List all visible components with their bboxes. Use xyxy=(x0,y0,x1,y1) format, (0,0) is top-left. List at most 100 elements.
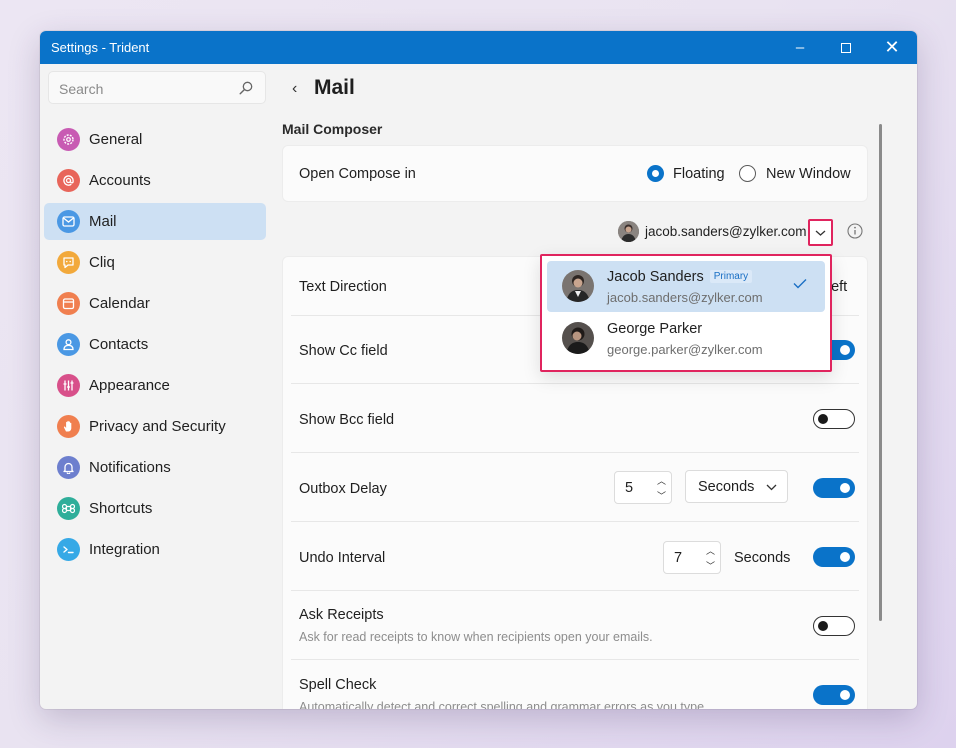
minimize-icon: – xyxy=(795,39,805,56)
outbox-delay-unit: Seconds xyxy=(698,479,755,495)
settings-window: Settings - Trident – ✕ Search General Ac… xyxy=(40,31,917,709)
outbox-delay-unit-select[interactable]: Seconds xyxy=(685,470,788,503)
sidebar-item-label: Shortcuts xyxy=(89,500,153,517)
avatar xyxy=(562,270,594,302)
sidebar-item-label: Cliq xyxy=(89,254,115,271)
bell-icon xyxy=(57,456,80,479)
at-icon xyxy=(57,169,80,192)
sidebar-item-notifications[interactable]: Notifications xyxy=(44,449,266,486)
divider xyxy=(291,659,859,660)
sidebar-item-cliq[interactable]: Cliq xyxy=(44,244,266,281)
spell-check-toggle[interactable] xyxy=(813,685,855,705)
back-button[interactable]: ‹ xyxy=(292,80,297,98)
hand-icon xyxy=(57,415,80,438)
outbox-delay-label: Outbox Delay xyxy=(299,481,387,497)
floating-label[interactable]: Floating xyxy=(673,166,725,182)
compose-card: Open Compose in Floating New Window xyxy=(282,145,868,202)
undo-interval-unit: Seconds xyxy=(734,550,791,566)
info-icon[interactable] xyxy=(847,223,863,239)
account-avatar xyxy=(618,221,639,242)
spell-check-description: Automatically detect and correct spellin… xyxy=(299,700,708,709)
close-button[interactable]: ✕ xyxy=(869,31,915,64)
floating-radio[interactable] xyxy=(647,165,664,182)
account-dropdown-button[interactable] xyxy=(808,219,833,246)
minimize-button[interactable]: – xyxy=(777,31,823,64)
undo-interval-toggle[interactable] xyxy=(813,547,855,567)
ask-receipts-label: Ask Receipts xyxy=(299,607,384,623)
ask-receipts-toggle[interactable] xyxy=(813,616,855,636)
sidebar-item-label: General xyxy=(89,131,143,148)
account-option-jacob[interactable]: Jacob Sanders Primary jacob.sanders@zylke… xyxy=(547,261,825,312)
account-email[interactable]: jacob.sanders@zylker.com xyxy=(645,224,807,239)
close-icon: ✕ xyxy=(884,37,900,57)
sidebar-item-label: Notifications xyxy=(89,459,171,476)
undo-interval-label: Undo Interval xyxy=(299,550,386,566)
ask-receipts-description: Ask for read receipts to know when recip… xyxy=(299,630,653,644)
scrollbar[interactable] xyxy=(879,124,882,621)
account-email: jacob.sanders@zylker.com xyxy=(607,290,763,305)
sidebar-item-label: Integration xyxy=(89,541,160,558)
account-option-george[interactable]: George Parker george.parker@zylker.com xyxy=(547,313,825,364)
command-icon xyxy=(57,497,80,520)
sidebar-item-label: Accounts xyxy=(89,172,151,189)
compose-label: Open Compose in xyxy=(299,166,416,182)
sidebar-item-contacts[interactable]: Contacts xyxy=(44,326,266,363)
account-email: george.parker@zylker.com xyxy=(607,342,763,357)
page-title: Mail xyxy=(314,76,355,99)
text-direction-label: Text Direction xyxy=(299,279,387,295)
outbox-delay-stepper[interactable]: 5 ︿ ﹀ xyxy=(614,471,672,504)
outbox-delay-value: 5 xyxy=(625,480,634,496)
sidebar-item-calendar[interactable]: Calendar xyxy=(44,285,266,322)
divider xyxy=(291,452,859,453)
terminal-icon xyxy=(57,538,80,561)
chevron-down-icon[interactable]: ﹀ xyxy=(706,559,715,572)
show-bcc-label: Show Bcc field xyxy=(299,412,395,428)
chevron-down-icon xyxy=(766,484,777,491)
new-window-radio[interactable] xyxy=(739,165,756,182)
search-input[interactable]: Search xyxy=(48,71,266,104)
maximize-icon xyxy=(841,43,851,54)
divider xyxy=(291,383,859,384)
calendar-icon xyxy=(57,292,80,315)
show-bcc-toggle[interactable] xyxy=(813,409,855,429)
undo-interval-value: 7 xyxy=(674,550,683,566)
window-title: Settings - Trident xyxy=(51,40,150,55)
sidebar-item-label: Mail xyxy=(89,213,117,230)
sidebar-item-label: Privacy and Security xyxy=(89,418,226,435)
chat-icon xyxy=(57,251,80,274)
search-icon xyxy=(239,81,253,95)
mail-icon xyxy=(57,210,80,233)
chevron-up-icon[interactable]: ︿ xyxy=(657,474,666,487)
title-bar: Settings - Trident – ✕ xyxy=(40,31,917,64)
show-cc-label: Show Cc field xyxy=(299,343,388,359)
undo-interval-stepper[interactable]: 7 ︿ ﹀ xyxy=(663,541,721,574)
outbox-delay-toggle[interactable] xyxy=(813,478,855,498)
new-window-label[interactable]: New Window xyxy=(766,166,851,182)
chevron-down-icon[interactable]: ﹀ xyxy=(657,489,666,502)
chevron-down-icon xyxy=(815,230,826,236)
primary-badge: Primary xyxy=(709,270,753,283)
search-placeholder: Search xyxy=(59,81,104,97)
divider xyxy=(291,521,859,522)
sidebar-item-label: Calendar xyxy=(89,295,150,312)
chevron-up-icon[interactable]: ︿ xyxy=(706,544,715,557)
account-dropdown-menu: Jacob Sanders Primary jacob.sanders@zylke… xyxy=(540,254,832,372)
sidebar-item-appearance[interactable]: Appearance xyxy=(44,367,266,404)
sidebar-item-label: Appearance xyxy=(89,377,170,394)
avatar xyxy=(562,322,594,354)
sidebar-item-mail[interactable]: Mail xyxy=(44,203,266,240)
section-title: Mail Composer xyxy=(282,121,383,137)
spell-check-label: Spell Check xyxy=(299,677,377,693)
sidebar-item-shortcuts[interactable]: Shortcuts xyxy=(44,490,266,527)
checkmark-icon xyxy=(793,279,807,289)
sidebar-item-integration[interactable]: Integration xyxy=(44,531,266,568)
appearance-icon xyxy=(57,374,80,397)
sidebar-item-privacy-security[interactable]: Privacy and Security xyxy=(44,408,266,445)
account-name: George Parker xyxy=(607,321,703,337)
sidebar-item-accounts[interactable]: Accounts xyxy=(44,162,266,199)
sidebar-item-general[interactable]: General xyxy=(44,121,266,158)
sidebar-item-label: Contacts xyxy=(89,336,149,353)
maximize-button[interactable] xyxy=(823,31,869,64)
account-name: Jacob Sanders Primary xyxy=(607,269,753,285)
divider xyxy=(291,590,859,591)
